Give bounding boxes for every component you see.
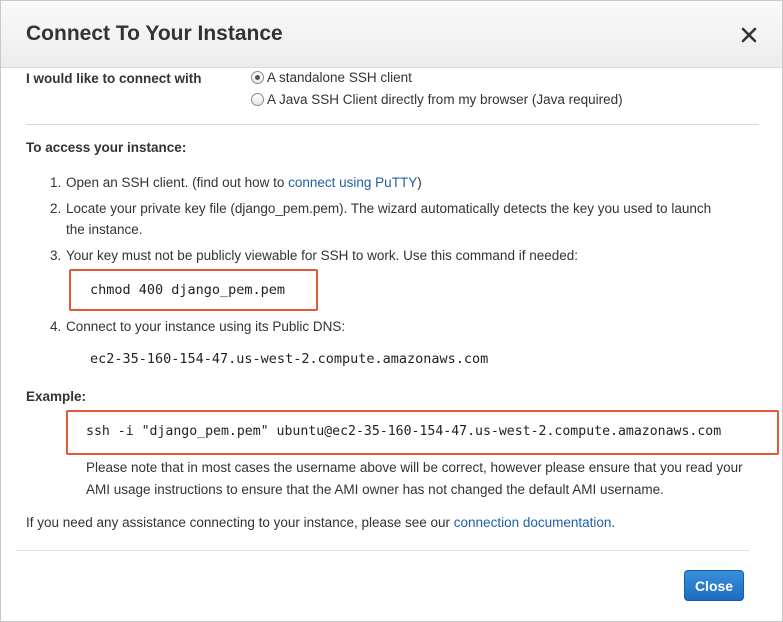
connect-dialog: Connect To Your Instance I would like to… bbox=[0, 0, 783, 622]
step-text: Locate your private key file (django_pem… bbox=[66, 201, 712, 216]
step-number: 1. bbox=[50, 175, 62, 190]
step-number: 3. bbox=[50, 248, 62, 263]
radio-java-ssh[interactable]: A Java SSH Client directly from my brows… bbox=[251, 92, 623, 107]
connect-using-putty-link[interactable]: connect using PuTTY bbox=[288, 175, 417, 190]
radio-standalone-ssh-label: A standalone SSH client bbox=[267, 70, 412, 85]
assistance-text-start: If you need any assistance connecting to… bbox=[26, 515, 454, 530]
section-divider bbox=[26, 124, 759, 125]
radio-java-ssh-label: A Java SSH Client directly from my brows… bbox=[267, 92, 623, 107]
step-number: 2. bbox=[50, 201, 62, 216]
close-icon[interactable] bbox=[735, 21, 763, 49]
access-heading: To access your instance: bbox=[26, 140, 187, 155]
step-2: 2. Locate your private key file (django_… bbox=[50, 199, 760, 243]
radio-button[interactable] bbox=[251, 93, 264, 106]
connection-documentation-link[interactable]: connection documentation bbox=[454, 515, 612, 530]
dialog-header: Connect To Your Instance bbox=[1, 1, 782, 68]
step-text: Open an SSH client. (find out how to bbox=[66, 175, 289, 190]
step-number: 4. bbox=[50, 319, 62, 334]
close-button[interactable]: Close bbox=[684, 570, 744, 601]
connect-with-label: I would like to connect with bbox=[26, 71, 202, 86]
step-text-continued: the instance. bbox=[66, 222, 143, 237]
step-text: Your key must not be publicly viewable f… bbox=[66, 248, 578, 263]
username-note: Please note that in most cases the usern… bbox=[86, 460, 743, 497]
assistance-text-end: . bbox=[611, 515, 616, 530]
footer-divider bbox=[16, 550, 749, 551]
example-heading: Example: bbox=[26, 389, 87, 404]
radio-standalone-ssh[interactable]: A standalone SSH client bbox=[251, 70, 412, 85]
public-dns[interactable]: ec2-35-160-154-47.us-west-2.compute.amaz… bbox=[90, 351, 488, 367]
assistance-text: If you need any assistance connecting to… bbox=[26, 515, 615, 530]
step-text: Connect to your instance using its Publi… bbox=[66, 319, 346, 334]
dialog-title: Connect To Your Instance bbox=[26, 22, 283, 45]
ssh-command[interactable]: ssh -i "django_pem.pem" ubuntu@ec2-35-16… bbox=[86, 424, 721, 439]
radio-button-selected[interactable] bbox=[251, 71, 264, 84]
step-text-end: ) bbox=[417, 175, 422, 190]
chmod-command[interactable]: chmod 400 django_pem.pem bbox=[90, 282, 285, 298]
